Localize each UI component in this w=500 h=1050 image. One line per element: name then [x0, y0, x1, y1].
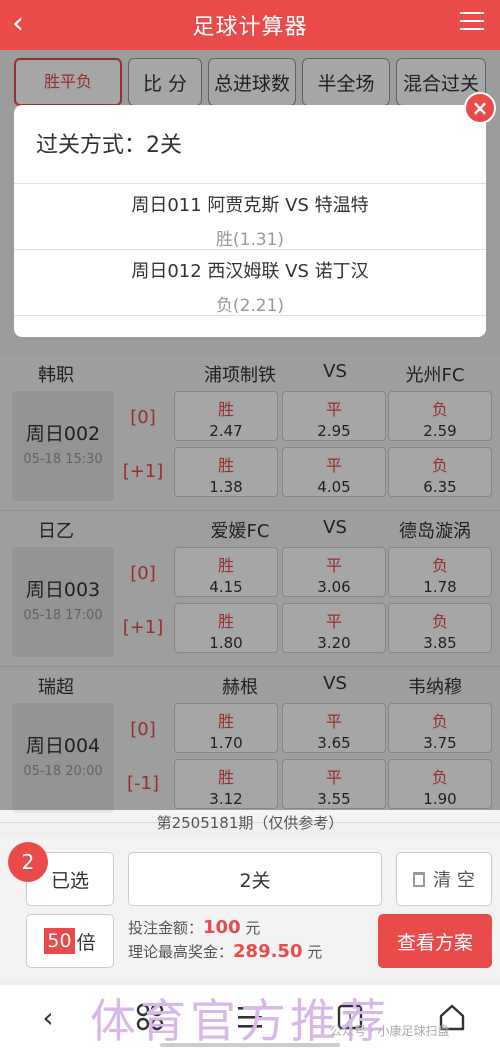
selection-item: 周日011 阿贾克斯 VS 特温特 胜(1.31) — [14, 191, 486, 250]
divider — [14, 315, 486, 316]
divider — [14, 249, 486, 250]
pass-detail-dialog: 过关方式：2关 周日011 阿贾克斯 VS 特温特 胜(1.31) 周日012 … — [14, 105, 486, 337]
clear-label: 清 空 — [433, 870, 475, 891]
multiple-value: 50 — [44, 928, 75, 954]
back-button[interactable]: ‹ — [12, 6, 24, 41]
clear-button[interactable]: 清 空 — [396, 852, 492, 906]
selection-pick: 负(2.21) — [215, 296, 285, 316]
app-header: ‹ 足球计算器 — [0, 0, 500, 50]
max-prize-label: 理论最高奖金： — [128, 943, 234, 961]
selection-pick: 胜(1.31) — [215, 230, 285, 250]
nav-menu-icon[interactable] — [232, 997, 272, 1037]
bet-amount-label: 投注金额： — [128, 919, 204, 937]
max-prize-unit: 元 — [307, 943, 323, 961]
multiple-button[interactable]: 50 倍 — [26, 914, 114, 968]
pass-type-button[interactable]: 2关 — [128, 852, 382, 906]
divider — [14, 183, 486, 184]
nav-back-icon[interactable]: ‹ — [28, 997, 68, 1037]
page-title: 足球计算器 — [192, 15, 308, 40]
apps-icon[interactable] — [130, 997, 170, 1037]
amount-summary: 投注金额：100 元 理论最高奖金：289.50 元 — [128, 916, 322, 964]
trash-icon — [413, 871, 426, 887]
selection-item: 周日012 西汉姆联 VS 诺丁汉 负(2.21) — [14, 257, 486, 316]
dialog-title: 过关方式：2关 — [36, 133, 182, 158]
multiple-unit: 倍 — [76, 931, 96, 954]
menu-icon[interactable] — [460, 12, 484, 34]
home-indicator — [160, 1043, 340, 1047]
selection-match: 周日012 西汉姆联 VS 诺丁汉 — [131, 261, 369, 282]
bet-unit: 元 — [245, 919, 261, 937]
selected-count-badge: 2 — [8, 842, 48, 882]
max-prize-amount: 289.50 — [233, 941, 303, 962]
wechat-source: 公众号 · 小康足球扫盘 — [330, 1024, 450, 1038]
selection-match: 周日011 阿贾克斯 VS 特温特 — [131, 195, 369, 216]
close-icon[interactable]: × — [464, 92, 496, 124]
issue-number: 第2505181期（仅供参考） — [156, 814, 344, 832]
view-plan-button[interactable]: 查看方案 — [378, 914, 492, 968]
system-nav-bar: ‹ 1 — [0, 985, 500, 1050]
bet-amount: 100 — [203, 917, 241, 938]
